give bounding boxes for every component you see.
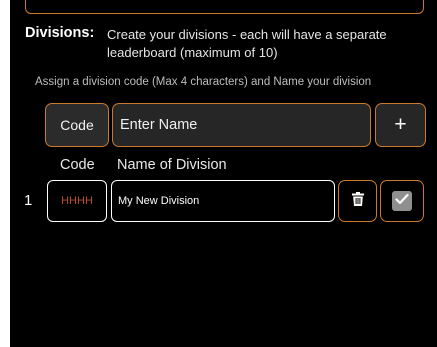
- delete-division-button[interactable]: [338, 180, 377, 222]
- division-row-number: 1: [24, 192, 33, 209]
- trash-icon: [351, 191, 364, 211]
- previous-section-frame: [25, 0, 424, 14]
- column-header-name: Name of Division: [117, 157, 227, 173]
- section-title: Divisions:: [25, 25, 95, 41]
- section-description: Create your divisions - each will have a…: [107, 27, 387, 60]
- confirm-checkbox[interactable]: [392, 191, 412, 211]
- division-name-input[interactable]: [112, 103, 371, 147]
- add-division-button[interactable]: +: [375, 103, 426, 147]
- column-header-code: Code: [60, 157, 95, 173]
- confirm-division-button[interactable]: [380, 180, 424, 222]
- checkmark-icon: [395, 192, 409, 210]
- new-code-field[interactable]: Code: [45, 103, 109, 147]
- division-name-field[interactable]: [111, 180, 335, 222]
- division-hint: Assign a division code (Max 4 characters…: [35, 76, 372, 88]
- divisions-panel: Divisions: Create your divisions - each …: [10, 0, 437, 347]
- division-code-input[interactable]: [47, 180, 107, 222]
